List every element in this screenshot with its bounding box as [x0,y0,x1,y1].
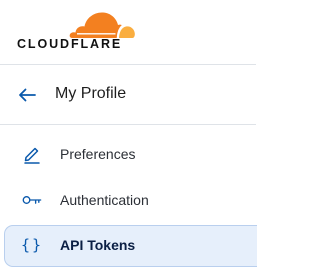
brand-header: CLOUDFLARE [0,0,256,65]
profile-sidebar: CLOUDFLARE My Profile Preferences Authen… [0,0,257,272]
braces-icon: {} [20,236,44,254]
nav-item-api-tokens[interactable]: {} API Tokens [4,225,257,267]
nav-item-preferences[interactable]: Preferences [4,134,256,174]
nav-item-label: Authentication [60,192,149,208]
nav-item-label: Preferences [60,146,136,162]
profile-header: My Profile [0,65,256,125]
cloudflare-logo[interactable]: CLOUDFLARE [16,10,135,54]
back-button[interactable] [14,82,40,108]
cloudflare-wordmark: CLOUDFLARE [17,37,123,51]
key-icon [22,190,42,210]
page-title: My Profile [55,85,127,102]
arrow-left-icon [19,88,36,102]
cloud-logo-icon [69,12,135,39]
pencil-icon [22,144,42,164]
nav-item-authentication[interactable]: Authentication [4,180,256,220]
nav-item-label: API Tokens [60,237,136,253]
